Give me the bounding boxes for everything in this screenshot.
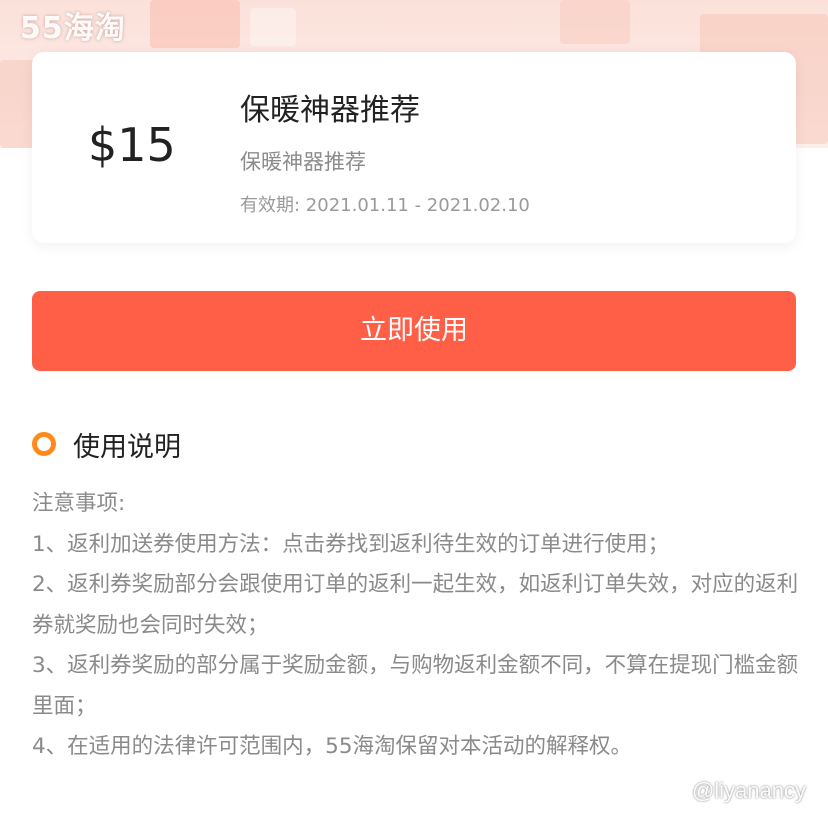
coupon-subtitle: 保暖神器推荐 [240, 150, 366, 174]
coupon-card: $15 保暖神器推荐 保暖神器推荐 有效期: 2021.01.11 - 2021… [32, 52, 796, 243]
instructions-header: 使用说明 [32, 424, 181, 464]
coupon-amount: $15 [88, 118, 176, 172]
notes-heading: 注意事项: [32, 491, 126, 516]
header-decoration [150, 0, 240, 48]
header-decoration [250, 8, 296, 46]
section-title: 使用说明 [73, 431, 181, 463]
coupon-title: 保暖神器推荐 [240, 93, 420, 128]
note-item: 2、返利券奖励部分会跟使用订单的返利一起生效，如返利订单失效，对应的返利券就奖励… [32, 572, 799, 638]
header-decoration [560, 0, 630, 44]
use-now-button[interactable]: 立即使用 [32, 291, 796, 371]
note-item: 1、返利加送券使用方法：点击券找到返利待生效的订单进行使用； [32, 531, 670, 557]
instructions-notes: 注意事项: 1、返利加送券使用方法：点击券找到返利待生效的订单进行使用； 2、返… [32, 484, 804, 768]
note-item: 4、在适用的法律许可范围内，55海淘保留对本活动的解释权。 [32, 734, 633, 759]
coupon-validity: 有效期: 2021.01.11 - 2021.02.10 [240, 195, 530, 216]
note-item: 3、返利券奖励的部分属于奖励金额，与购物返利金额不同，不算在提现门槛金额里面； [32, 653, 799, 719]
credit-watermark: @liyanancy [691, 778, 806, 803]
watermark-logo: 55海淘 [20, 11, 126, 46]
ring-icon [32, 432, 56, 456]
